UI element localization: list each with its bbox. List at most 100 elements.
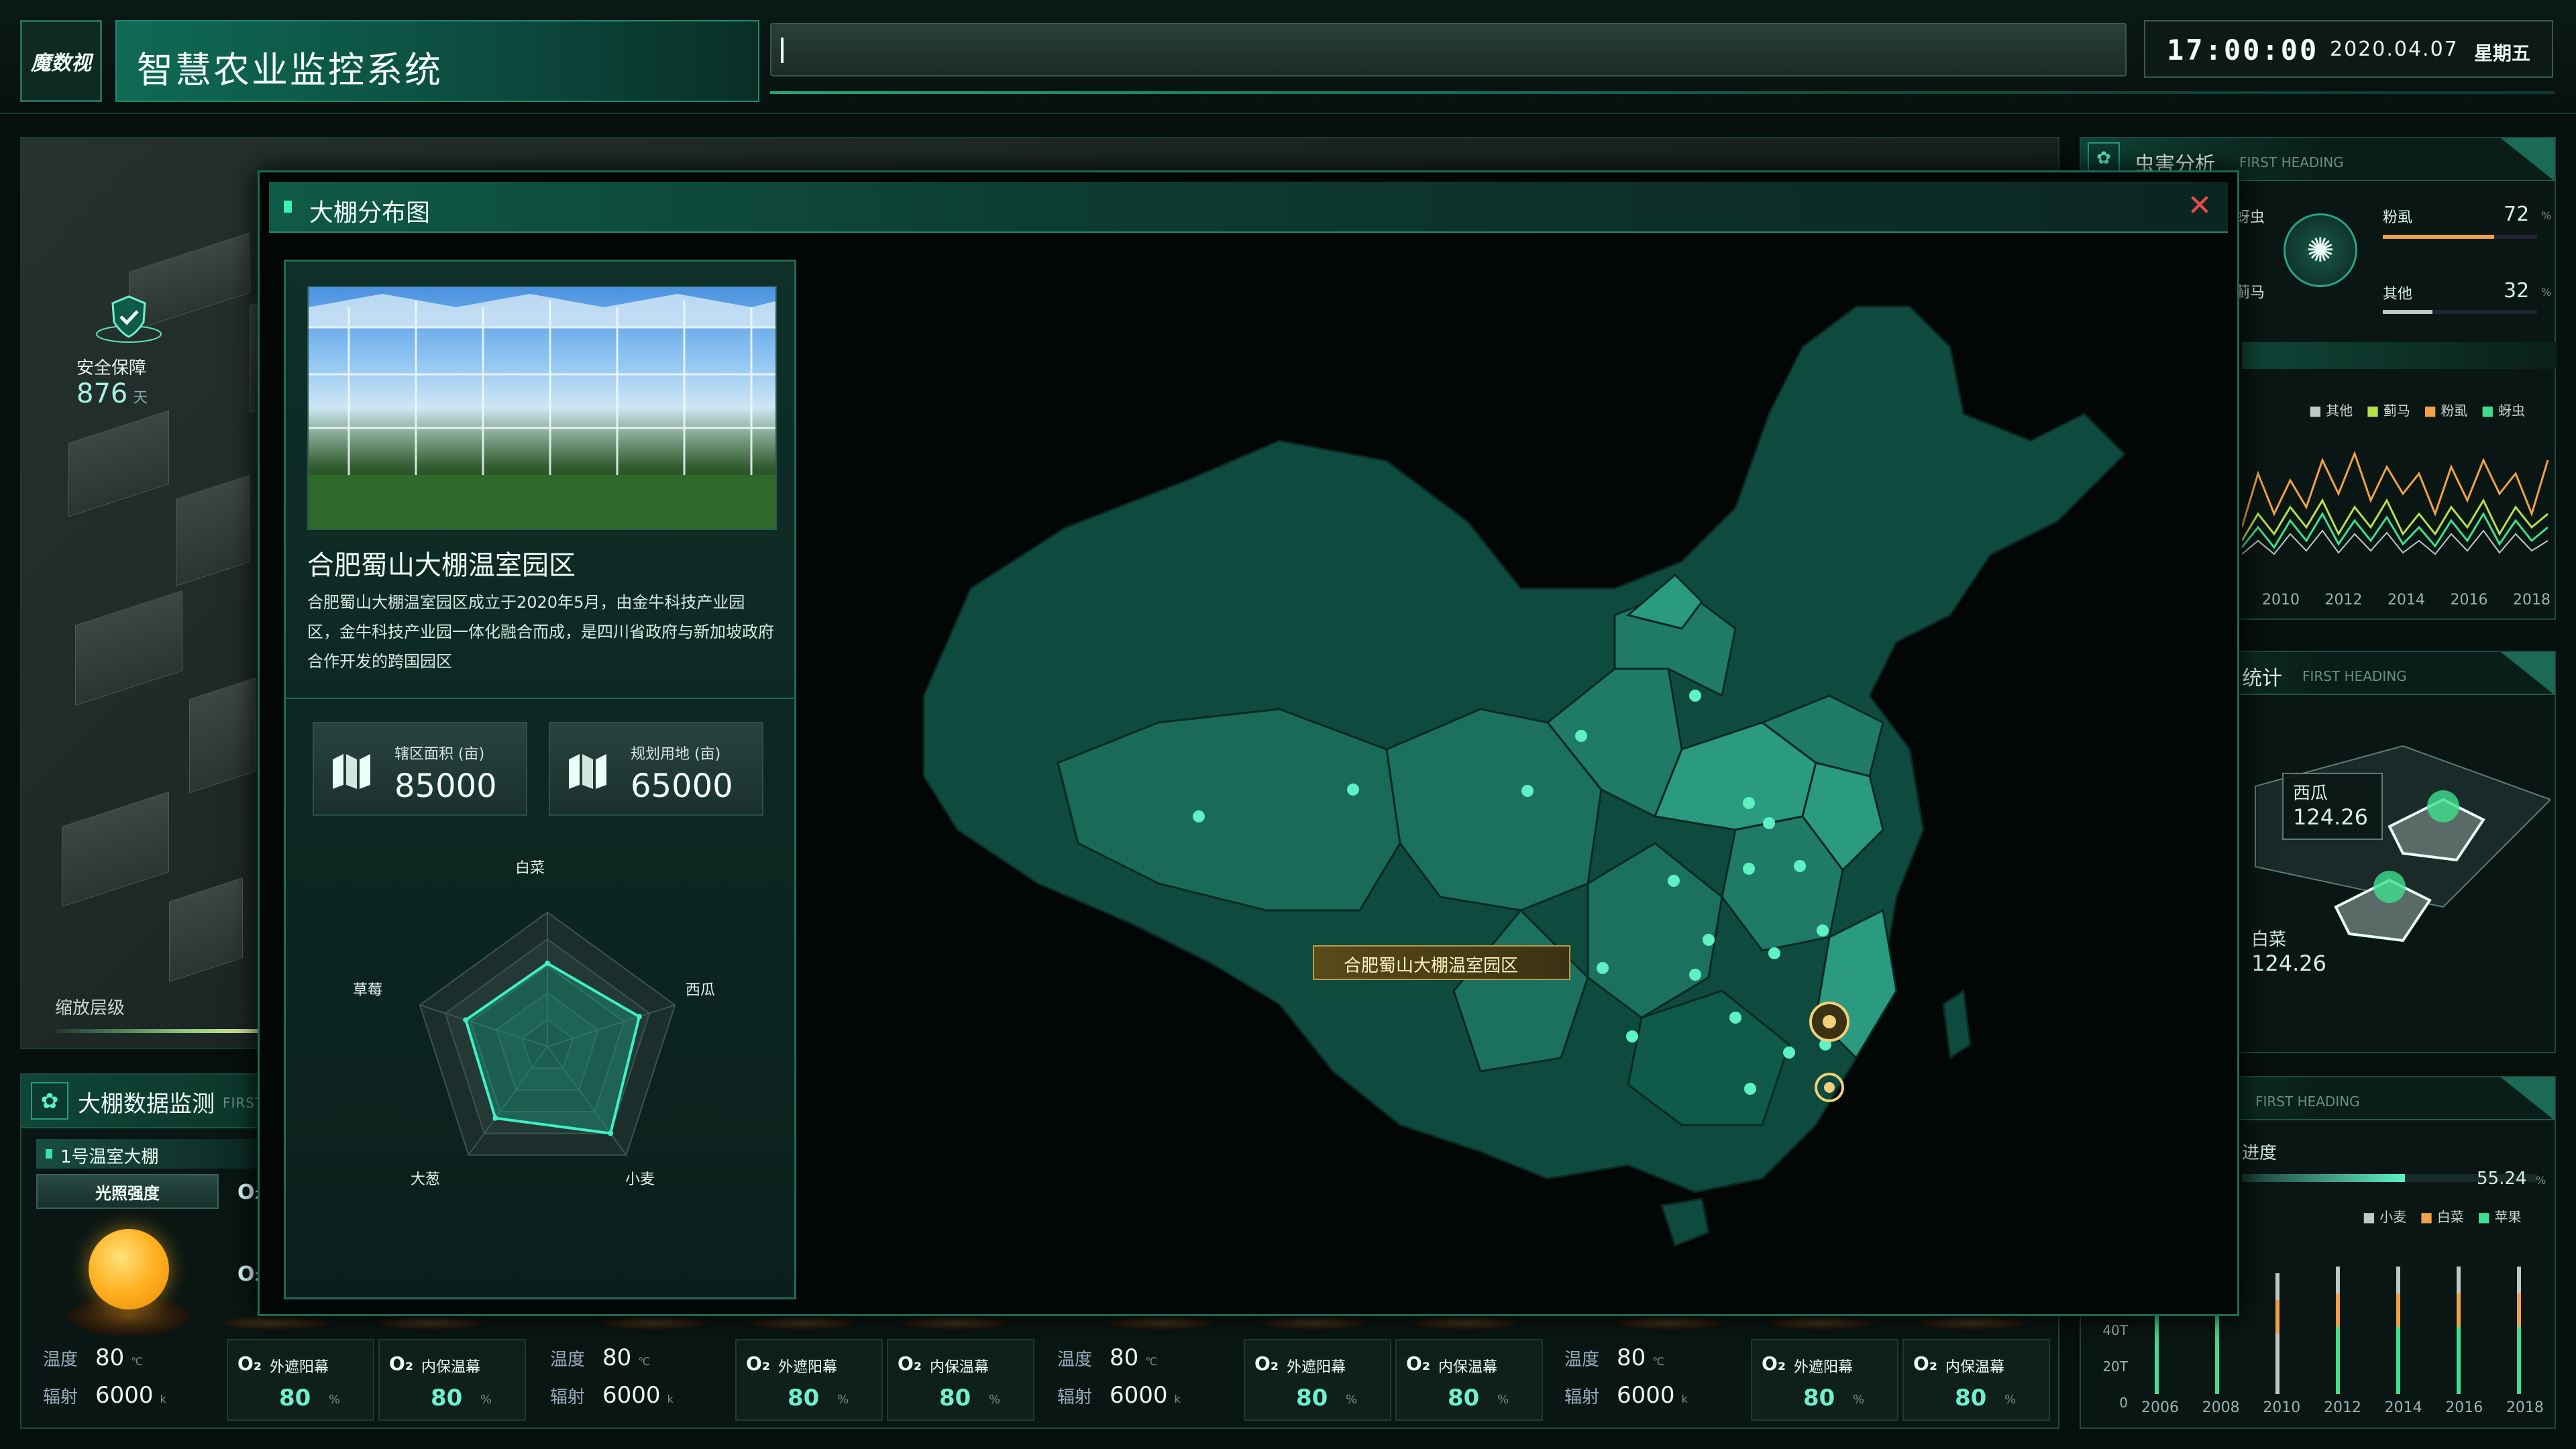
location-dot[interactable] xyxy=(1689,969,1701,981)
panel-corner-accent xyxy=(2501,652,2555,695)
outer-shade-screen[interactable]: O₂ 外遮阳幕 80% xyxy=(227,1339,374,1421)
y-tick: 20T xyxy=(2102,1358,2128,1375)
greenhouse-label[interactable]: 1号温室大棚 xyxy=(36,1139,278,1169)
outer-shade-screen[interactable]: O₂ 外遮阳幕 80% xyxy=(1244,1339,1391,1421)
rad-label: 辐射 xyxy=(1564,1387,1600,1407)
bar-segment xyxy=(2275,1273,2279,1300)
pest-x-axis: 2010 2012 2014 2016 2018 xyxy=(2262,592,2551,608)
percent-unit: % xyxy=(2004,1393,2017,1407)
app-header: 魔数视 智慧农业监控系统 17:00:00 2020.04.07 星期五 xyxy=(0,0,2576,114)
bar-segment xyxy=(2457,1267,2461,1293)
location-dot[interactable] xyxy=(1743,797,1755,809)
temp-unit: ℃ xyxy=(1145,1355,1158,1368)
map-pin-core xyxy=(1823,1015,1836,1028)
stat-name: 西瓜 xyxy=(2293,784,2328,804)
inner-screen-value: 80 xyxy=(1955,1385,1987,1411)
outer-shade-screen[interactable]: O₂ 外遮阳幕 80% xyxy=(735,1339,883,1421)
progress-fill xyxy=(2242,1174,2406,1182)
search-input[interactable] xyxy=(770,23,2127,76)
location-dot[interactable] xyxy=(1347,784,1359,796)
progress-x-axis: 2006 2008 2010 2012 2014 2016 2018 xyxy=(2141,1399,2544,1416)
province-hainan xyxy=(1660,1197,1710,1247)
outer-shade-value: 80 xyxy=(1803,1385,1835,1411)
pest-other-bar-track xyxy=(2383,310,2537,314)
modal-header: 大棚分布图 ✕ xyxy=(269,182,2228,233)
app-title: 智慧农业监控系统 xyxy=(137,49,443,91)
location-dot[interactable] xyxy=(1193,810,1205,822)
stat-tag-cabbage: 白菜 124.26 xyxy=(2242,920,2336,987)
inner-insulation-screen[interactable]: O₂ 内保温幕 80% xyxy=(887,1339,1034,1421)
rad-label: 辐射 xyxy=(550,1387,586,1407)
scene-building xyxy=(176,475,250,586)
greenhouse-distribution-modal: 大棚分布图 ✕ 合肥蜀山大棚温室园区 合肥蜀山大棚温室园区成立于2020年5月，… xyxy=(258,170,2239,1316)
location-dot[interactable] xyxy=(1575,730,1587,742)
x-tick: 2018 xyxy=(2513,592,2551,608)
stat-name: 白菜 xyxy=(2251,930,2287,950)
bar-group xyxy=(2336,1267,2340,1394)
light-intensity-tab[interactable]: 光照强度 xyxy=(36,1174,219,1209)
location-dot[interactable] xyxy=(1597,962,1609,974)
land-area-icon xyxy=(333,754,370,789)
y-tick: 40T xyxy=(2102,1322,2128,1338)
outer-shade-screen[interactable]: O₂ 外遮阳幕 80% xyxy=(1751,1339,1898,1421)
location-dot[interactable] xyxy=(1703,934,1715,946)
device-cap xyxy=(223,1316,330,1330)
inner-insulation-screen[interactable]: O₂ 内保温幕 80% xyxy=(1395,1339,1543,1421)
x-tick: 2006 xyxy=(2141,1399,2179,1416)
greenhouse-frame xyxy=(309,301,775,488)
park-description: 合肥蜀山大棚温室园区成立于2020年5月，由金牛科技产业园区，金牛科技产业园一体… xyxy=(307,593,774,671)
percent-unit: % xyxy=(480,1393,492,1407)
map-marker-label[interactable]: 合肥蜀山大棚温室园区 xyxy=(1313,945,1570,980)
rad-value: 6000 xyxy=(602,1382,661,1409)
x-tick: 2014 xyxy=(2384,1399,2422,1416)
radar-axis-label: 大葱 xyxy=(411,1171,441,1188)
progress-value: 55.24 xyxy=(2477,1169,2527,1189)
pest-other-bar-fill xyxy=(2383,310,2432,314)
percent-unit: % xyxy=(1853,1393,1865,1407)
location-dot[interactable] xyxy=(1521,785,1534,797)
device-cap xyxy=(750,1316,857,1330)
land-area-icon xyxy=(569,754,606,789)
radiation-reading: 辐射 6000 k xyxy=(1564,1382,1688,1429)
watermelon-icon xyxy=(2427,790,2459,822)
location-dot[interactable] xyxy=(1744,1083,1756,1095)
location-dot[interactable] xyxy=(1689,690,1701,702)
x-tick: 2008 xyxy=(2202,1399,2240,1416)
x-tick: 2012 xyxy=(2323,1399,2361,1416)
location-dot[interactable] xyxy=(1817,924,1829,936)
inner-screen-label: 内保温幕 xyxy=(1438,1359,1498,1376)
outer-shade-label: 外遮阳幕 xyxy=(1287,1359,1346,1376)
radar-point xyxy=(492,1115,498,1121)
x-tick: 2010 xyxy=(2263,1399,2301,1416)
location-selected-dot[interactable] xyxy=(1824,1082,1835,1093)
scene-building xyxy=(189,677,256,794)
device-cap xyxy=(1767,1316,1874,1330)
percent-unit: % xyxy=(837,1393,849,1407)
outer-shade-label: 外遮阳幕 xyxy=(778,1359,838,1376)
bar-segment xyxy=(2275,1334,2279,1394)
park-name: 合肥蜀山大棚温室园区 xyxy=(307,550,576,581)
location-dot[interactable] xyxy=(1783,1046,1795,1059)
pest-item-whitefly: 粉虱 xyxy=(2383,209,2413,226)
inner-insulation-screen[interactable]: O₂ 内保温幕 80% xyxy=(1902,1339,2050,1421)
legend-swatch: ■ xyxy=(2481,402,2499,419)
inner-insulation-screen[interactable]: O₂ 内保温幕 80% xyxy=(378,1339,526,1421)
zoom-level-slider[interactable] xyxy=(55,1029,268,1033)
bar-group xyxy=(2517,1267,2521,1394)
location-dot[interactable] xyxy=(1729,1012,1741,1024)
location-dot[interactable] xyxy=(1743,863,1755,875)
location-dot[interactable] xyxy=(1768,947,1780,959)
bar-segment xyxy=(2517,1293,2521,1327)
clock-weekday: 星期五 xyxy=(2474,42,2531,64)
location-dot[interactable] xyxy=(1668,875,1680,887)
location-dot[interactable] xyxy=(1763,817,1775,829)
legend-swatch: ■ xyxy=(2420,1209,2437,1225)
location-dot[interactable] xyxy=(1626,1030,1638,1042)
progress-legend: ■ 小麦 ■ 白菜 ■ 苹果 xyxy=(2363,1206,2522,1226)
shield-icon xyxy=(96,295,162,343)
close-icon[interactable]: ✕ xyxy=(2184,191,2216,223)
progress-label: 进度 xyxy=(2242,1143,2277,1163)
planned-land-stat: 规划用地 (亩) 65000 xyxy=(549,722,763,816)
china-distribution-map[interactable] xyxy=(810,239,2225,1306)
location-dot[interactable] xyxy=(1794,860,1806,872)
